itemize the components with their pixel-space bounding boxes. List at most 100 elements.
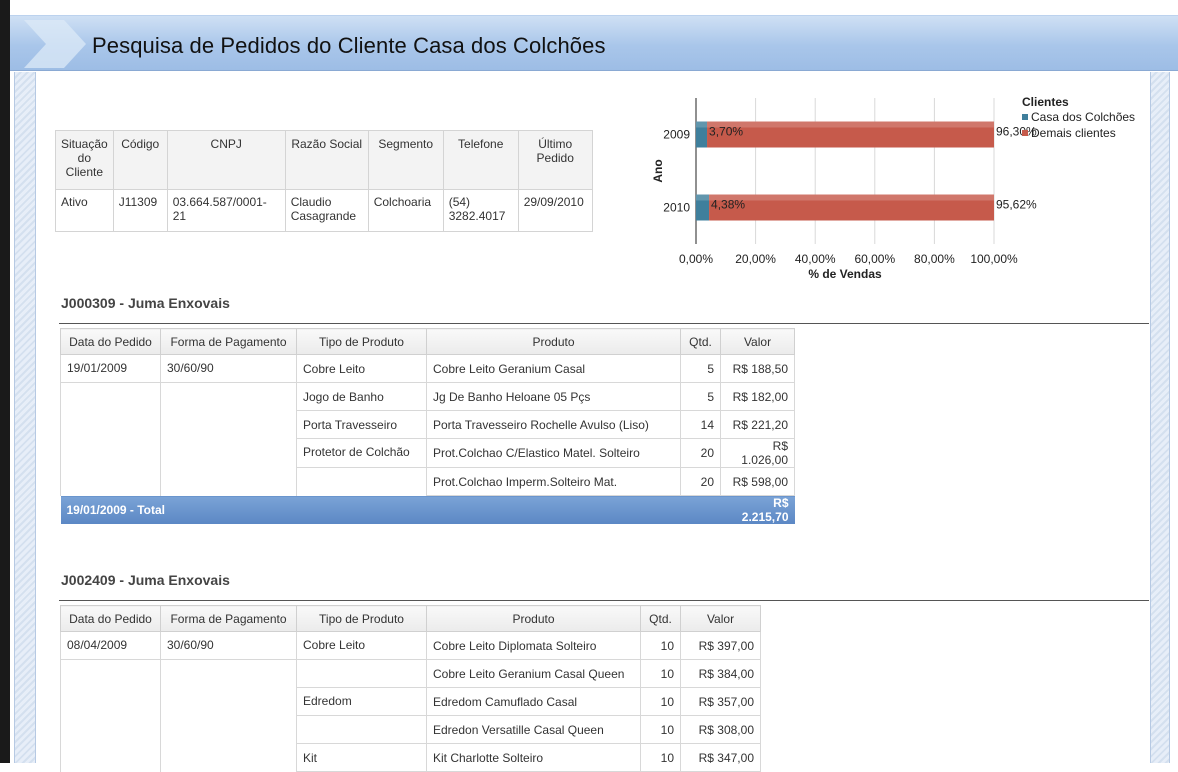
column-header: Valor bbox=[680, 605, 761, 632]
cell-valor: R$ 384,00 bbox=[680, 659, 761, 688]
cell-forma-pagamento: 30/60/90 bbox=[160, 354, 297, 383]
cell-produto: Cobre Leito Geranium Casal Queen bbox=[426, 659, 641, 688]
cell-tipo-produto: Cobre Leito bbox=[296, 631, 427, 660]
report-content: Situação do Cliente Código CNPJ Razão So… bbox=[37, 72, 1149, 772]
cell-tipo-produto: Porta Travesseiro bbox=[296, 410, 427, 439]
cell-tipo-produto: Cobre Leito bbox=[296, 354, 427, 383]
cell-tipo-produto: Jogo de Banho bbox=[296, 382, 427, 411]
order-total-row: 19/01/2009 - Total R$ 2.215,70 bbox=[60, 495, 795, 524]
header-codigo: Código bbox=[112, 130, 168, 190]
chevron-decoration-icon bbox=[24, 20, 86, 68]
y-axis-title: Ano bbox=[651, 159, 665, 182]
sales-share-chart: 0,00% 20,00% 40,00% 60,00% 80,00% 100,00% 2009… bbox=[651, 95, 1135, 281]
cell-empty bbox=[160, 382, 297, 411]
x-tick-label: 100,00% bbox=[970, 252, 1018, 266]
cell-valor: R$ 357,00 bbox=[680, 687, 761, 716]
cell-valor: R$ 598,00 bbox=[720, 467, 795, 496]
cell-produto: Prot.Colchao Imperm.Solteiro Mat. bbox=[426, 467, 681, 496]
cell-empty bbox=[160, 715, 297, 744]
cell-qtd: 10 bbox=[640, 743, 681, 772]
legend-label: Demais clientes bbox=[1031, 126, 1116, 140]
bar-highlight bbox=[707, 121, 994, 128]
total-value: R$ 2.215,70 bbox=[720, 495, 795, 524]
cell-qtd: 5 bbox=[680, 382, 721, 411]
cell-empty bbox=[160, 743, 297, 772]
cell-empty bbox=[60, 659, 161, 688]
cell-qtd: 10 bbox=[640, 659, 681, 688]
cell-valor: R$ 182,00 bbox=[720, 382, 795, 411]
orders-table: Data do Pedido Forma de Pagamento Tipo de … bbox=[60, 605, 761, 772]
column-header: Forma de Pagamento bbox=[160, 328, 297, 355]
cell-empty bbox=[60, 382, 161, 411]
column-header: Tipo de Produto bbox=[296, 328, 427, 355]
cell-valor: R$ 221,20 bbox=[720, 410, 795, 439]
cell-telefone: (54) 3282.4017 bbox=[442, 189, 519, 232]
column-header: Produto bbox=[426, 328, 681, 355]
table-row: Kit Kit Charlotte Solteiro 10 R$ 347,00 bbox=[60, 743, 761, 772]
legend-swatch bbox=[1022, 114, 1028, 120]
table-row: Cobre Leito Geranium Casal Queen 10 R$ 384… bbox=[60, 659, 761, 688]
cell-empty bbox=[160, 438, 297, 468]
cell-empty bbox=[60, 715, 161, 744]
x-tick-label: 0,00% bbox=[679, 252, 713, 266]
total-label: 19/01/2009 - Total bbox=[60, 495, 721, 524]
cell-qtd: 10 bbox=[640, 715, 681, 744]
cell-empty bbox=[60, 410, 161, 439]
cell-produto: Cobre Leito Diplomata Solteiro bbox=[426, 631, 641, 660]
section-divider bbox=[59, 323, 1149, 324]
cell-qtd: 5 bbox=[680, 354, 721, 383]
cell-empty bbox=[60, 743, 161, 772]
cell-forma-pagamento: 30/60/90 bbox=[160, 631, 297, 660]
x-tick-label: 60,00% bbox=[854, 252, 895, 266]
data-label: 3,70% bbox=[709, 125, 743, 139]
table-row: Jogo de Banho Jg De Banho Heloane 05 Pçs 5… bbox=[60, 382, 795, 411]
header-ultimo-pedido: Último Pedido bbox=[517, 130, 593, 190]
column-header: Tipo de Produto bbox=[296, 605, 427, 632]
cell-empty bbox=[60, 467, 161, 496]
order-section-title: J002409 - Juma Enxovais bbox=[61, 572, 230, 588]
orders-header-row: Data do Pedido Forma de Pagamento Tipo de … bbox=[60, 328, 795, 355]
column-header: Data do Pedido bbox=[60, 328, 161, 355]
cell-empty bbox=[60, 687, 161, 716]
cell-empty bbox=[160, 659, 297, 688]
data-label: 95,62% bbox=[996, 198, 1037, 212]
x-axis-title: % de Vendas bbox=[808, 267, 882, 281]
cell-valor: R$ 1.026,00 bbox=[720, 438, 795, 468]
cell-valor: R$ 347,00 bbox=[680, 743, 761, 772]
header-telefone: Telefone bbox=[442, 130, 519, 190]
cell-valor: R$ 397,00 bbox=[680, 631, 761, 660]
cell-data-pedido: 08/04/2009 bbox=[60, 631, 161, 660]
header-situacao: Situação do Cliente bbox=[55, 130, 114, 190]
column-header: Qtd. bbox=[640, 605, 681, 632]
cell-empty bbox=[160, 467, 297, 496]
cell-situacao: Ativo bbox=[55, 189, 114, 232]
client-row: Ativo J11309 03.664.587/0001-21 Claudio … bbox=[55, 189, 593, 232]
cell-produto: Kit Charlotte Solteiro bbox=[426, 743, 641, 772]
cell-produto: Cobre Leito Geranium Casal bbox=[426, 354, 681, 383]
window-edge bbox=[0, 0, 10, 763]
column-header: Valor bbox=[720, 328, 795, 355]
cell-qtd: 14 bbox=[680, 410, 721, 439]
order-section-title: J000309 - Juma Enxovais bbox=[61, 295, 230, 311]
header-razao-social: Razão Social bbox=[284, 130, 369, 190]
table-row: Porta Travesseiro Porta Travesseiro Roche… bbox=[60, 410, 795, 439]
table-row: 08/04/2009 30/60/90 Cobre Leito Cobre Leito… bbox=[60, 631, 761, 660]
column-header: Data do Pedido bbox=[60, 605, 161, 632]
header-cnpj: CNPJ bbox=[166, 130, 286, 190]
client-info-table: Situação do Cliente Código CNPJ Razão So… bbox=[55, 130, 593, 232]
table-row: 19/01/2009 30/60/90 Cobre Leito Cobre Leito… bbox=[60, 354, 795, 383]
cell-empty bbox=[160, 687, 297, 716]
cell-valor: R$ 308,00 bbox=[680, 715, 761, 744]
left-rail bbox=[14, 72, 36, 763]
cell-produto: Jg De Banho Heloane 05 Pçs bbox=[426, 382, 681, 411]
cell-tipo-produto: Kit bbox=[296, 743, 427, 772]
cell-produto: Edredom Camuflado Casal bbox=[426, 687, 641, 716]
bar-highlight bbox=[709, 194, 994, 201]
report-window: Pesquisa de Pedidos do Cliente Casa dos … bbox=[0, 0, 1178, 772]
cell-tipo-produto: Edredom bbox=[296, 687, 427, 716]
bar-highlight bbox=[696, 121, 708, 128]
legend-swatch bbox=[1022, 130, 1028, 136]
cell-empty bbox=[60, 438, 161, 468]
page-header: Pesquisa de Pedidos do Cliente Casa dos … bbox=[10, 15, 1178, 71]
section-divider bbox=[59, 600, 1149, 601]
